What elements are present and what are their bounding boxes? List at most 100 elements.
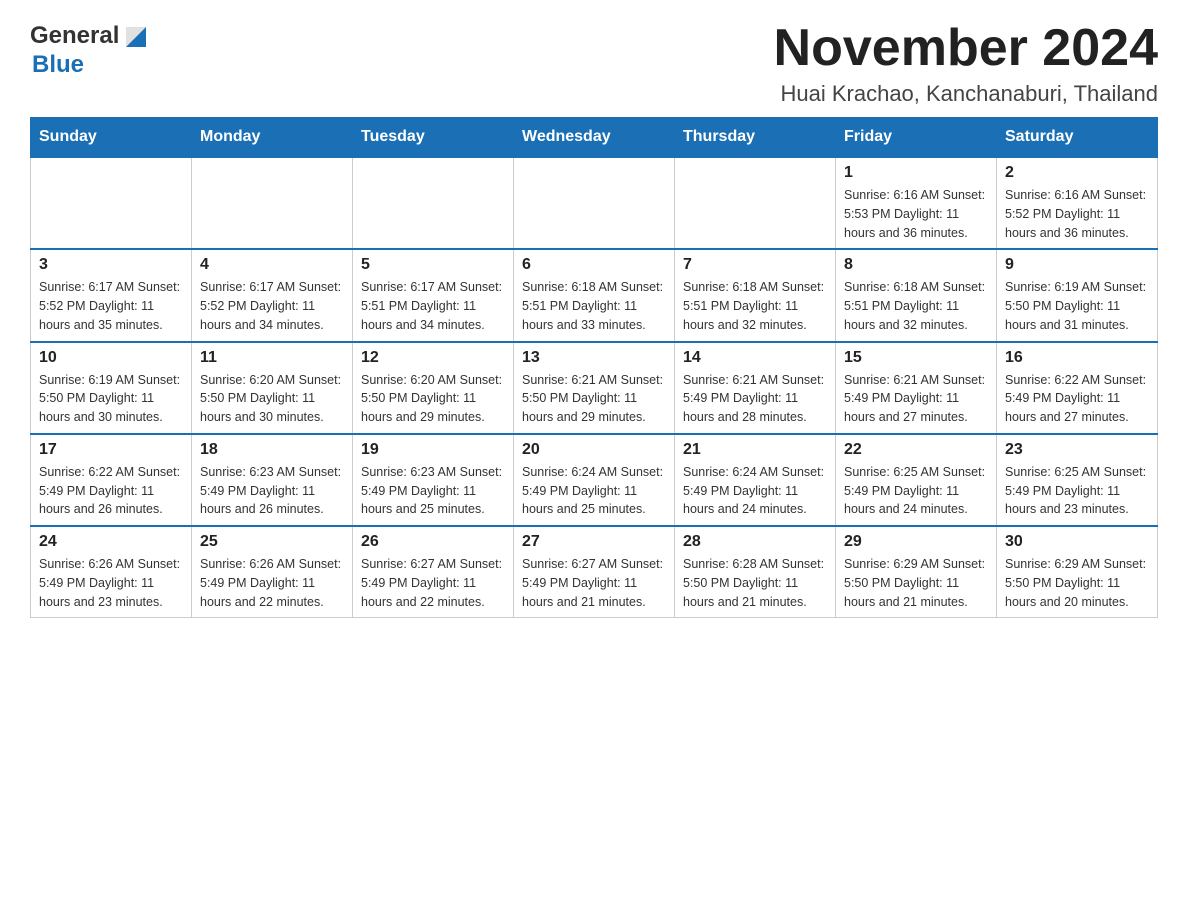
day-info: Sunrise: 6:21 AM Sunset: 5:49 PM Dayligh… [844, 371, 988, 427]
calendar-cell-w4-d7: 23Sunrise: 6:25 AM Sunset: 5:49 PM Dayli… [997, 434, 1158, 526]
day-number: 14 [683, 349, 827, 367]
day-info: Sunrise: 6:27 AM Sunset: 5:49 PM Dayligh… [361, 555, 505, 611]
day-info: Sunrise: 6:27 AM Sunset: 5:49 PM Dayligh… [522, 555, 666, 611]
day-info: Sunrise: 6:16 AM Sunset: 5:53 PM Dayligh… [844, 186, 988, 242]
day-number: 20 [522, 441, 666, 459]
day-info: Sunrise: 6:20 AM Sunset: 5:50 PM Dayligh… [361, 371, 505, 427]
calendar-cell-w1-d2 [192, 157, 353, 249]
calendar-cell-w2-d3: 5 Sunrise: 6:17 AM Sunset: 5:51 PM Daylig… [353, 249, 514, 341]
day-info: Sunrise: 6:23 AM Sunset: 5:49 PM Dayligh… [200, 463, 344, 519]
header-sunday: Sunday [31, 118, 192, 158]
calendar-week-1: 1 Sunrise: 6:16 AM Sunset: 5:53 PM Daylig… [31, 157, 1158, 249]
day-info: Sunrise: 6:18 AM Sunset: 5:51 PM Dayligh… [522, 278, 666, 334]
day-info: Sunrise: 6:22 AM Sunset: 5:49 PM Dayligh… [39, 463, 183, 519]
day-info: Sunrise: 6:24 AM Sunset: 5:49 PM Dayligh… [522, 463, 666, 519]
logo-blue-text: Blue [32, 52, 84, 78]
day-number: 1 [844, 164, 988, 182]
calendar-cell-w3-d7: 16 Sunrise: 6:22 AM Sunset: 5:49 PM Dayli… [997, 342, 1158, 434]
day-info: Sunrise: 6:28 AM Sunset: 5:50 PM Dayligh… [683, 555, 827, 611]
calendar-cell-w4-d3: 19 Sunrise: 6:23 AM Sunset: 5:49 PM Dayli… [353, 434, 514, 526]
day-info: Sunrise: 6:20 AM Sunset: 5:50 PM Dayligh… [200, 371, 344, 427]
day-number: 21 [683, 441, 827, 459]
day-number: 7 [683, 256, 827, 274]
calendar-cell-w1-d1 [31, 157, 192, 249]
calendar-cell-w1-d7: 2Sunrise: 6:16 AM Sunset: 5:52 PM Daylig… [997, 157, 1158, 249]
calendar-cell-w3-d5: 14Sunrise: 6:21 AM Sunset: 5:49 PM Dayli… [675, 342, 836, 434]
header-monday: Monday [192, 118, 353, 158]
calendar-cell-w5-d5: 28 Sunrise: 6:28 AM Sunset: 5:50 PM Dayli… [675, 526, 836, 618]
day-number: 4 [200, 256, 344, 274]
day-info: Sunrise: 6:23 AM Sunset: 5:49 PM Dayligh… [361, 463, 505, 519]
calendar-week-4: 17Sunrise: 6:22 AM Sunset: 5:49 PM Dayli… [31, 434, 1158, 526]
calendar-cell-w4-d5: 21 Sunrise: 6:24 AM Sunset: 5:49 PM Dayli… [675, 434, 836, 526]
logo: General Blue [30, 20, 151, 78]
header-friday: Friday [836, 118, 997, 158]
day-info: Sunrise: 6:17 AM Sunset: 5:51 PM Dayligh… [361, 278, 505, 334]
day-number: 8 [844, 256, 988, 274]
calendar-cell-w5-d3: 26 Sunrise: 6:27 AM Sunset: 5:49 PM Dayli… [353, 526, 514, 618]
calendar-cell-w1-d4 [514, 157, 675, 249]
day-number: 24 [39, 533, 183, 551]
calendar-cell-w5-d4: 27 Sunrise: 6:27 AM Sunset: 5:49 PM Dayli… [514, 526, 675, 618]
day-number: 30 [1005, 533, 1149, 551]
day-info: Sunrise: 6:25 AM Sunset: 5:49 PM Dayligh… [844, 463, 988, 519]
day-number: 23 [1005, 441, 1149, 459]
calendar-table: Sunday Monday Tuesday Wednesday Thursday… [30, 117, 1158, 618]
calendar-cell-w5-d7: 30 Sunrise: 6:29 AM Sunset: 5:50 PM Dayli… [997, 526, 1158, 618]
page-header: General Blue November 2024 Huai Krachao,… [30, 20, 1158, 107]
day-number: 5 [361, 256, 505, 274]
calendar-cell-w2-d1: 3Sunrise: 6:17 AM Sunset: 5:52 PM Daylig… [31, 249, 192, 341]
calendar-cell-w4-d4: 20 Sunrise: 6:24 AM Sunset: 5:49 PM Dayli… [514, 434, 675, 526]
calendar-cell-w3-d1: 10 Sunrise: 6:19 AM Sunset: 5:50 PM Dayli… [31, 342, 192, 434]
calendar-cell-w3-d4: 13Sunrise: 6:21 AM Sunset: 5:50 PM Dayli… [514, 342, 675, 434]
day-number: 28 [683, 533, 827, 551]
day-number: 12 [361, 349, 505, 367]
calendar-cell-w1-d3 [353, 157, 514, 249]
day-number: 10 [39, 349, 183, 367]
day-info: Sunrise: 6:29 AM Sunset: 5:50 PM Dayligh… [844, 555, 988, 611]
calendar-week-2: 3Sunrise: 6:17 AM Sunset: 5:52 PM Daylig… [31, 249, 1158, 341]
day-number: 27 [522, 533, 666, 551]
calendar-cell-w1-d6: 1 Sunrise: 6:16 AM Sunset: 5:53 PM Daylig… [836, 157, 997, 249]
calendar-cell-w4-d1: 17Sunrise: 6:22 AM Sunset: 5:49 PM Dayli… [31, 434, 192, 526]
day-number: 18 [200, 441, 344, 459]
calendar-cell-w2-d2: 4 Sunrise: 6:17 AM Sunset: 5:52 PM Daylig… [192, 249, 353, 341]
day-info: Sunrise: 6:21 AM Sunset: 5:50 PM Dayligh… [522, 371, 666, 427]
day-info: Sunrise: 6:18 AM Sunset: 5:51 PM Dayligh… [844, 278, 988, 334]
day-info: Sunrise: 6:26 AM Sunset: 5:49 PM Dayligh… [200, 555, 344, 611]
calendar-cell-w2-d5: 7 Sunrise: 6:18 AM Sunset: 5:51 PM Daylig… [675, 249, 836, 341]
day-info: Sunrise: 6:29 AM Sunset: 5:50 PM Dayligh… [1005, 555, 1149, 611]
calendar-cell-w2-d4: 6 Sunrise: 6:18 AM Sunset: 5:51 PM Daylig… [514, 249, 675, 341]
calendar-cell-w3-d3: 12 Sunrise: 6:20 AM Sunset: 5:50 PM Dayli… [353, 342, 514, 434]
header-tuesday: Tuesday [353, 118, 514, 158]
calendar-cell-w5-d6: 29 Sunrise: 6:29 AM Sunset: 5:50 PM Dayli… [836, 526, 997, 618]
header-wednesday: Wednesday [514, 118, 675, 158]
title-section: November 2024 Huai Krachao, Kanchanaburi… [774, 20, 1158, 107]
day-number: 29 [844, 533, 988, 551]
day-info: Sunrise: 6:17 AM Sunset: 5:52 PM Dayligh… [39, 278, 183, 334]
calendar-cell-w3-d2: 11 Sunrise: 6:20 AM Sunset: 5:50 PM Dayli… [192, 342, 353, 434]
day-number: 26 [361, 533, 505, 551]
calendar-cell-w2-d7: 9Sunrise: 6:19 AM Sunset: 5:50 PM Daylig… [997, 249, 1158, 341]
calendar-week-5: 24 Sunrise: 6:26 AM Sunset: 5:49 PM Dayli… [31, 526, 1158, 618]
day-info: Sunrise: 6:17 AM Sunset: 5:52 PM Dayligh… [200, 278, 344, 334]
day-number: 11 [200, 349, 344, 367]
logo-triangle-icon [121, 22, 151, 52]
day-info: Sunrise: 6:18 AM Sunset: 5:51 PM Dayligh… [683, 278, 827, 334]
day-info: Sunrise: 6:26 AM Sunset: 5:49 PM Dayligh… [39, 555, 183, 611]
day-info: Sunrise: 6:19 AM Sunset: 5:50 PM Dayligh… [39, 371, 183, 427]
header-thursday: Thursday [675, 118, 836, 158]
day-number: 19 [361, 441, 505, 459]
calendar-cell-w2-d6: 8 Sunrise: 6:18 AM Sunset: 5:51 PM Daylig… [836, 249, 997, 341]
day-number: 6 [522, 256, 666, 274]
calendar-cell-w3-d6: 15Sunrise: 6:21 AM Sunset: 5:49 PM Dayli… [836, 342, 997, 434]
calendar-cell-w4-d6: 22Sunrise: 6:25 AM Sunset: 5:49 PM Dayli… [836, 434, 997, 526]
month-title: November 2024 [774, 20, 1158, 77]
day-number: 16 [1005, 349, 1149, 367]
day-info: Sunrise: 6:24 AM Sunset: 5:49 PM Dayligh… [683, 463, 827, 519]
logo-general-text: General [30, 23, 119, 49]
day-number: 25 [200, 533, 344, 551]
day-info: Sunrise: 6:22 AM Sunset: 5:49 PM Dayligh… [1005, 371, 1149, 427]
calendar-cell-w5-d1: 24 Sunrise: 6:26 AM Sunset: 5:49 PM Dayli… [31, 526, 192, 618]
calendar-week-3: 10 Sunrise: 6:19 AM Sunset: 5:50 PM Dayli… [31, 342, 1158, 434]
